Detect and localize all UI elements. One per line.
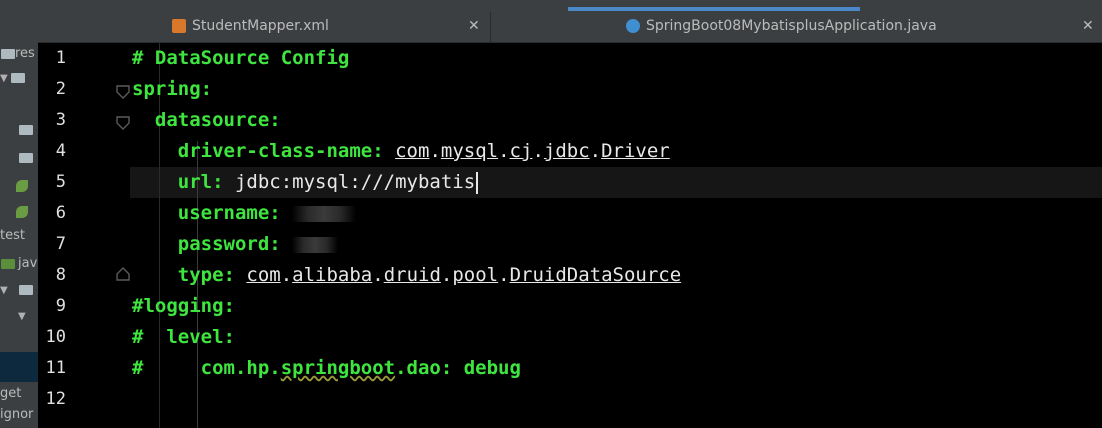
tab-studentmapper-xml[interactable]: StudentMapper.xml: [172, 12, 329, 42]
tree-item-spring-class[interactable]: [0, 176, 38, 196]
tree-item-test[interactable]: test: [0, 226, 38, 246]
tree-item-java[interactable]: jav: [0, 254, 38, 274]
spring-leaf-icon: [16, 205, 28, 218]
tree-item-spring-class[interactable]: [0, 202, 38, 222]
line-number: 8: [55, 265, 66, 285]
code-line-2: spring:: [132, 78, 213, 100]
folder-icon: [1, 48, 15, 59]
tree-item-gitignore[interactable]: ignor: [0, 405, 38, 425]
tab-divider: [490, 12, 491, 42]
code-line-7: password:: [132, 229, 339, 260]
folder-icon: [19, 152, 33, 163]
line-number: 2: [55, 79, 66, 99]
code-line-8: type: com.alibaba.druid.pool.DruidDataSo…: [132, 264, 682, 286]
folder-icon: [19, 124, 33, 135]
tree-item-target[interactable]: get: [0, 384, 38, 404]
line-number: 7: [55, 234, 66, 254]
code-line-5: url: jdbc:mysql:///mybatis: [132, 167, 479, 198]
fold-collapse-icon[interactable]: [116, 85, 130, 99]
line-number: 11: [45, 358, 66, 378]
tree-item-folder[interactable]: ▼: [0, 306, 38, 326]
tree-item-folder[interactable]: ▼: [0, 280, 38, 300]
text-caret: [476, 171, 479, 194]
spring-leaf-icon: [16, 179, 28, 192]
tree-item-resources[interactable]: res: [0, 44, 38, 64]
code-line-9: #logging:: [132, 295, 235, 317]
code-line-4: driver-class-name: com.mysql.cj.jdbc.Dri…: [132, 140, 670, 162]
tab-springboot08-application[interactable]: SpringBoot08MybatisplusApplication.java: [626, 12, 937, 42]
active-tab-indicator: [568, 7, 860, 11]
code-line-3: datasource:: [132, 109, 281, 131]
folder-icon: [19, 284, 33, 295]
line-number: 1: [55, 48, 66, 68]
close-tab-icon[interactable]: ✕: [468, 12, 480, 42]
tree-item-folder[interactable]: [0, 120, 38, 140]
line-number: 5: [55, 172, 66, 192]
spring-boot-class-icon: [626, 19, 640, 33]
redacted-value: [292, 236, 339, 253]
folder-icon: [11, 72, 25, 83]
selected-tree-row[interactable]: [0, 352, 38, 382]
line-number: 12: [45, 389, 66, 409]
xml-file-icon: [172, 19, 186, 33]
tree-item-folder[interactable]: [0, 148, 38, 168]
spellcheck-warning: springboot: [280, 357, 396, 379]
close-tab-icon[interactable]: ✕: [1082, 12, 1094, 42]
line-number: 9: [55, 296, 66, 316]
tree-item-folder[interactable]: ▼: [0, 68, 38, 88]
upper-tab-row: [38, 0, 1102, 12]
line-number: 3: [55, 110, 66, 130]
line-number: 4: [55, 141, 66, 161]
code-line-11: # com.hp.springboot.dao: debug: [132, 357, 521, 379]
fold-end-icon[interactable]: [116, 267, 130, 281]
source-folder-icon: [1, 258, 15, 269]
code-line-10: # level:: [132, 326, 235, 348]
redacted-value: [292, 205, 357, 222]
code-editor[interactable]: 1 2 3 4 5 6 7 8 9 10 11 12 # DataSource …: [38, 43, 1102, 428]
code-line-1: # DataSource Config: [132, 47, 350, 69]
chevron-down-icon[interactable]: ▼: [0, 281, 10, 301]
project-panel: res ▼ test jav ▼ ▼ get ignor: [0, 0, 38, 428]
editor-tab-bar: StudentMapper.xml ✕ SpringBoot08Mybatisp…: [38, 12, 1102, 43]
code-line-6: username:: [132, 198, 357, 229]
line-number: 10: [45, 327, 66, 347]
fold-collapse-icon[interactable]: [116, 116, 130, 130]
line-number-gutter: 1 2 3 4 5 6 7 8 9 10 11 12: [38, 43, 130, 428]
chevron-down-icon[interactable]: ▼: [18, 307, 28, 327]
line-number: 6: [55, 203, 66, 223]
chevron-down-icon[interactable]: ▼: [0, 69, 10, 89]
